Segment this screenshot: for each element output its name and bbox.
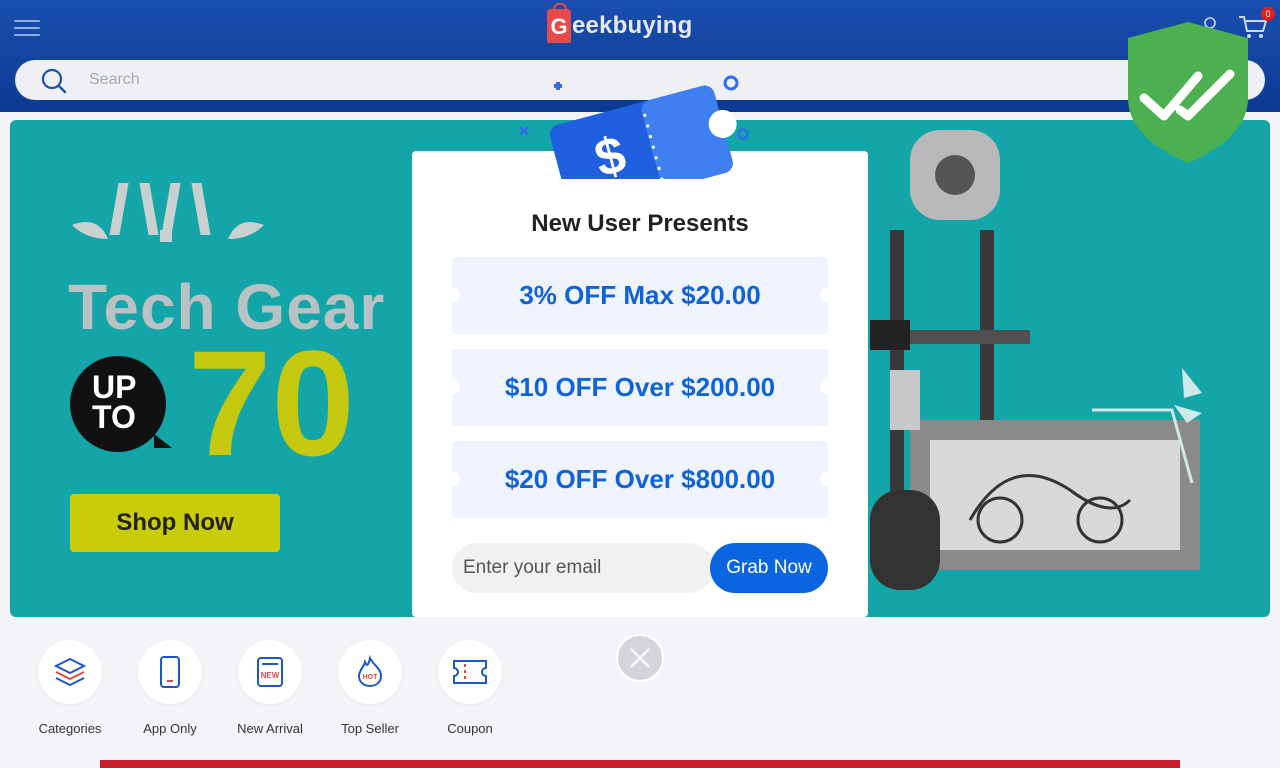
- coupon-ticket-icon: $: [510, 75, 770, 194]
- verified-shield-icon: [1128, 22, 1248, 163]
- email-field[interactable]: [452, 543, 714, 593]
- coupon-text: $20 OFF Over $800.00: [504, 464, 776, 494]
- close-popup-button[interactable]: [616, 634, 664, 682]
- close-icon: [630, 648, 650, 668]
- popup-overlay: New User Presents 3% OFF Max $20.00 $10 …: [0, 0, 1280, 768]
- page: G eekbuying 0 Search Tech Gear UP TO 70 …: [0, 0, 1280, 768]
- coupon-card[interactable]: $10 OFF Over $200.00: [444, 349, 836, 426]
- coupon-text: $10 OFF Over $200.00: [504, 372, 776, 402]
- grab-now-button[interactable]: Grab Now: [710, 543, 828, 593]
- popup-title: New User Presents: [531, 210, 749, 237]
- coupon-card[interactable]: $20 OFF Over $800.00: [444, 441, 836, 518]
- coupon-text: 3% OFF Max $20.00: [519, 280, 761, 310]
- new-user-popup: New User Presents 3% OFF Max $20.00 $10 …: [412, 151, 868, 617]
- coupon-card[interactable]: 3% OFF Max $20.00: [444, 257, 836, 334]
